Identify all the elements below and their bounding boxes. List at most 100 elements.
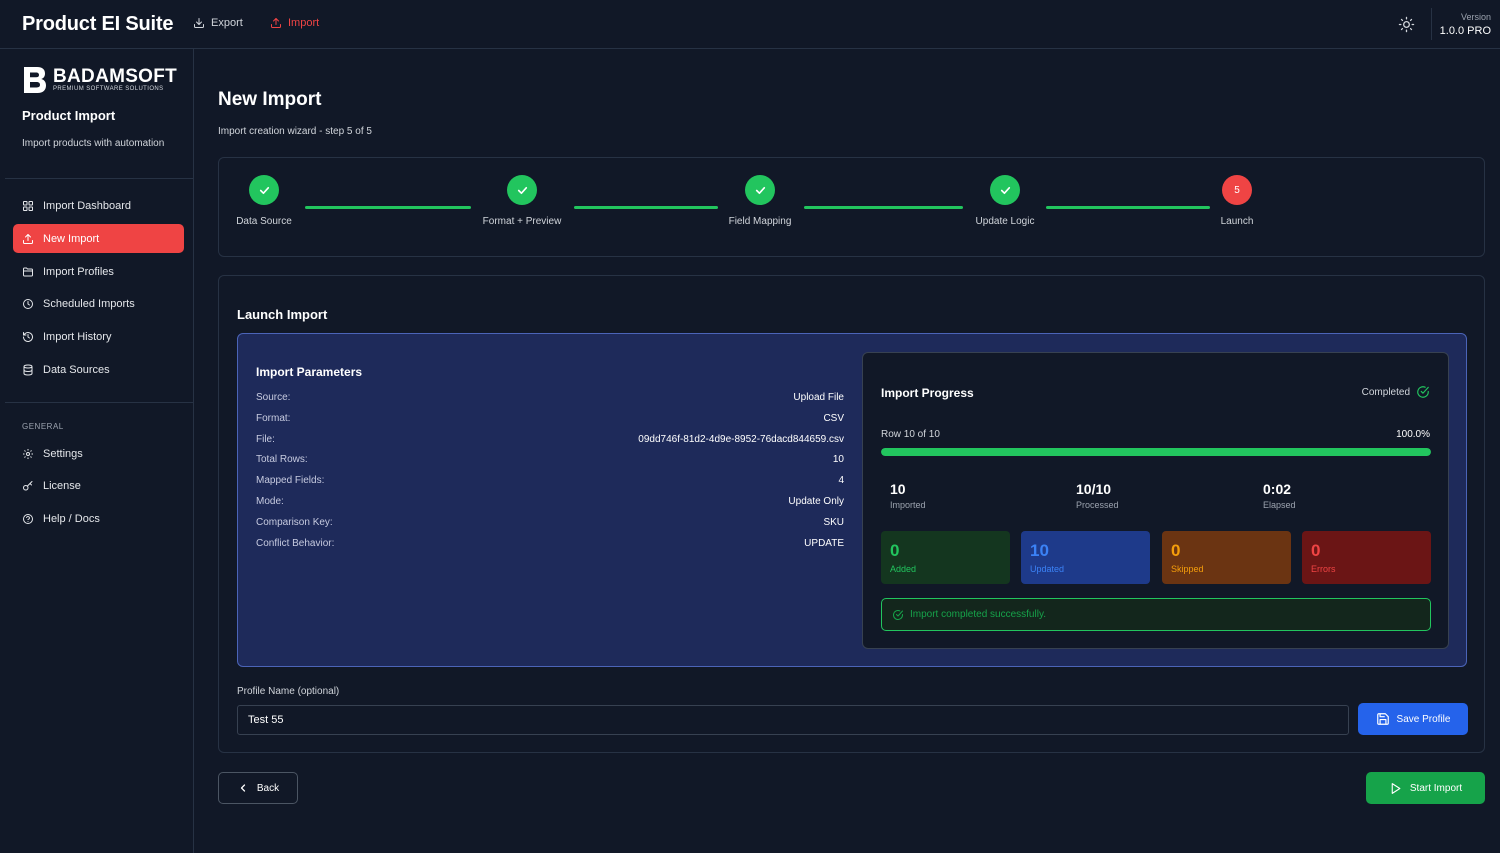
- step-field-mapping[interactable]: Field Mapping: [700, 175, 820, 227]
- sidebar-item-help-docs[interactable]: Help / Docs: [13, 504, 184, 533]
- check-icon: [1000, 186, 1010, 194]
- progress-bar: [881, 448, 1431, 456]
- back-button[interactable]: Back: [218, 772, 298, 804]
- param-key: Conflict Behavior:: [256, 538, 335, 549]
- export-nav-button[interactable]: Export: [193, 17, 243, 29]
- wizard-stepper: Data Source Format + Preview Field Mappi…: [218, 157, 1485, 257]
- param-value: SKU: [823, 517, 844, 528]
- import-progress-panel: Import Progress Completed Row 10 of 10 1…: [862, 352, 1449, 649]
- param-key: Format:: [256, 413, 291, 424]
- param-row-format: Format: CSV: [256, 413, 844, 429]
- stat-imported: 10 Imported: [890, 481, 926, 510]
- progress-bar-fill: [881, 448, 1431, 456]
- sidebar-item-label: Settings: [43, 447, 83, 460]
- tile-errors: 0 Errors: [1302, 531, 1431, 584]
- play-icon: [1391, 782, 1401, 794]
- sidebar-item-import-history[interactable]: Import History: [13, 322, 184, 351]
- import-nav-button[interactable]: Import: [270, 17, 319, 29]
- step-connector: [574, 206, 718, 209]
- param-value: UPDATE: [804, 538, 844, 549]
- tile-value: 0: [1171, 541, 1181, 560]
- brand-tagline: PREMIUM SOFTWARE SOLUTIONS: [53, 85, 164, 92]
- sidebar: BADAMSOFT PREMIUM SOFTWARE SOLUTIONS Pro…: [0, 49, 194, 853]
- main-content: New Import Import creation wizard - step…: [194, 49, 1500, 853]
- stat-value: 10/10: [1076, 481, 1112, 497]
- sidebar-item-license[interactable]: License: [13, 471, 184, 500]
- brand-logo-icon: [24, 67, 46, 93]
- param-value: Upload File: [793, 392, 844, 403]
- sidebar-item-label: Import History: [43, 330, 112, 343]
- step-complete-badge: [507, 175, 537, 205]
- sidebar-item-scheduled-imports[interactable]: Scheduled Imports: [13, 289, 184, 318]
- tile-value: 10: [1030, 541, 1049, 560]
- tile-label: Skipped: [1171, 564, 1204, 574]
- tile-added: 0 Added: [881, 531, 1010, 584]
- param-key: Source:: [256, 392, 291, 403]
- step-format-preview[interactable]: Format + Preview: [462, 175, 582, 227]
- step-update-logic[interactable]: Update Logic: [945, 175, 1065, 227]
- check-icon: [755, 186, 765, 194]
- progress-title: Import Progress: [881, 386, 974, 400]
- check-circle-icon: [893, 609, 903, 620]
- sidebar-item-settings[interactable]: Settings: [13, 439, 184, 468]
- stat-value: 10: [890, 481, 906, 497]
- sidebar-divider: [5, 178, 193, 179]
- stat-processed: 10/10 Processed: [1076, 481, 1119, 510]
- save-profile-button[interactable]: Save Profile: [1358, 703, 1468, 735]
- database-icon: [23, 364, 33, 376]
- profile-name-label: Profile Name (optional): [237, 686, 340, 697]
- import-parameters-panel: Import Parameters Source: Upload File Fo…: [237, 333, 1467, 667]
- step-launch[interactable]: 5 Launch: [1177, 175, 1297, 227]
- param-row-file: File: 09dd746f-81d2-4d9e-8952-76dacd8446…: [256, 434, 844, 450]
- brand-name: BADAMSOFT: [53, 65, 178, 87]
- sidebar-item-label: Import Dashboard: [43, 199, 132, 212]
- param-row-comparison-key: Comparison Key: SKU: [256, 517, 844, 533]
- upload-icon: [23, 233, 33, 244]
- success-alert: Import completed successfully.: [881, 598, 1431, 631]
- profile-name-input[interactable]: [237, 705, 1349, 735]
- sidebar-item-label: License: [43, 479, 81, 492]
- sidebar-item-label: Data Sources: [43, 363, 110, 376]
- param-key: File:: [256, 434, 275, 445]
- params-title: Import Parameters: [256, 365, 363, 379]
- stat-label: Imported: [890, 500, 926, 510]
- sidebar-item-label: Help / Docs: [43, 512, 100, 525]
- check-icon: [517, 186, 527, 194]
- sidebar-item-data-sources[interactable]: Data Sources: [13, 355, 184, 384]
- sidebar-item-label: New Import: [43, 232, 100, 245]
- stat-elapsed: 0:02 Elapsed: [1263, 481, 1296, 510]
- folder-icon: [23, 267, 33, 276]
- step-complete-badge: [990, 175, 1020, 205]
- tile-label: Updated: [1030, 564, 1065, 574]
- sidebar-item-new-import[interactable]: New Import: [13, 224, 184, 253]
- tile-label: Errors: [1311, 564, 1336, 574]
- step-complete-badge: [745, 175, 775, 205]
- param-value: 10: [832, 454, 844, 465]
- start-import-button[interactable]: Start Import: [1366, 772, 1485, 804]
- progress-percent: 100.0%: [1396, 429, 1430, 440]
- step-current-badge: 5: [1222, 175, 1252, 205]
- sidebar-item-label: Scheduled Imports: [43, 297, 135, 310]
- sidebar-item-import-profiles[interactable]: Import Profiles: [13, 257, 184, 286]
- step-connector: [305, 206, 471, 209]
- param-value: 09dd746f-81d2-4d9e-8952-76dacd844659.csv: [638, 434, 844, 445]
- step-label: Field Mapping: [728, 216, 792, 227]
- page-subtitle: Import creation wizard - step 5 of 5: [218, 126, 372, 137]
- sidebar-title: Product Import: [22, 108, 116, 123]
- step-data-source[interactable]: Data Source: [204, 175, 324, 227]
- stat-label: Elapsed: [1263, 500, 1296, 510]
- step-label: Launch: [1220, 216, 1254, 227]
- tile-skipped: 0 Skipped: [1162, 531, 1291, 584]
- upload-icon: [271, 18, 281, 28]
- param-key: Mode:: [256, 496, 284, 507]
- sidebar-divider: [5, 402, 193, 403]
- sidebar-item-label: Import Profiles: [43, 265, 114, 278]
- step-label: Data Source: [236, 216, 292, 227]
- sun-icon[interactable]: [1398, 16, 1415, 33]
- version-divider: [1431, 8, 1432, 40]
- save-icon: [1376, 713, 1389, 725]
- param-value: 4: [838, 475, 844, 486]
- sidebar-item-import-dashboard[interactable]: Import Dashboard: [13, 191, 184, 220]
- stat-label: Processed: [1076, 500, 1119, 510]
- brand-logo: BADAMSOFT PREMIUM SOFTWARE SOLUTIONS: [22, 66, 177, 94]
